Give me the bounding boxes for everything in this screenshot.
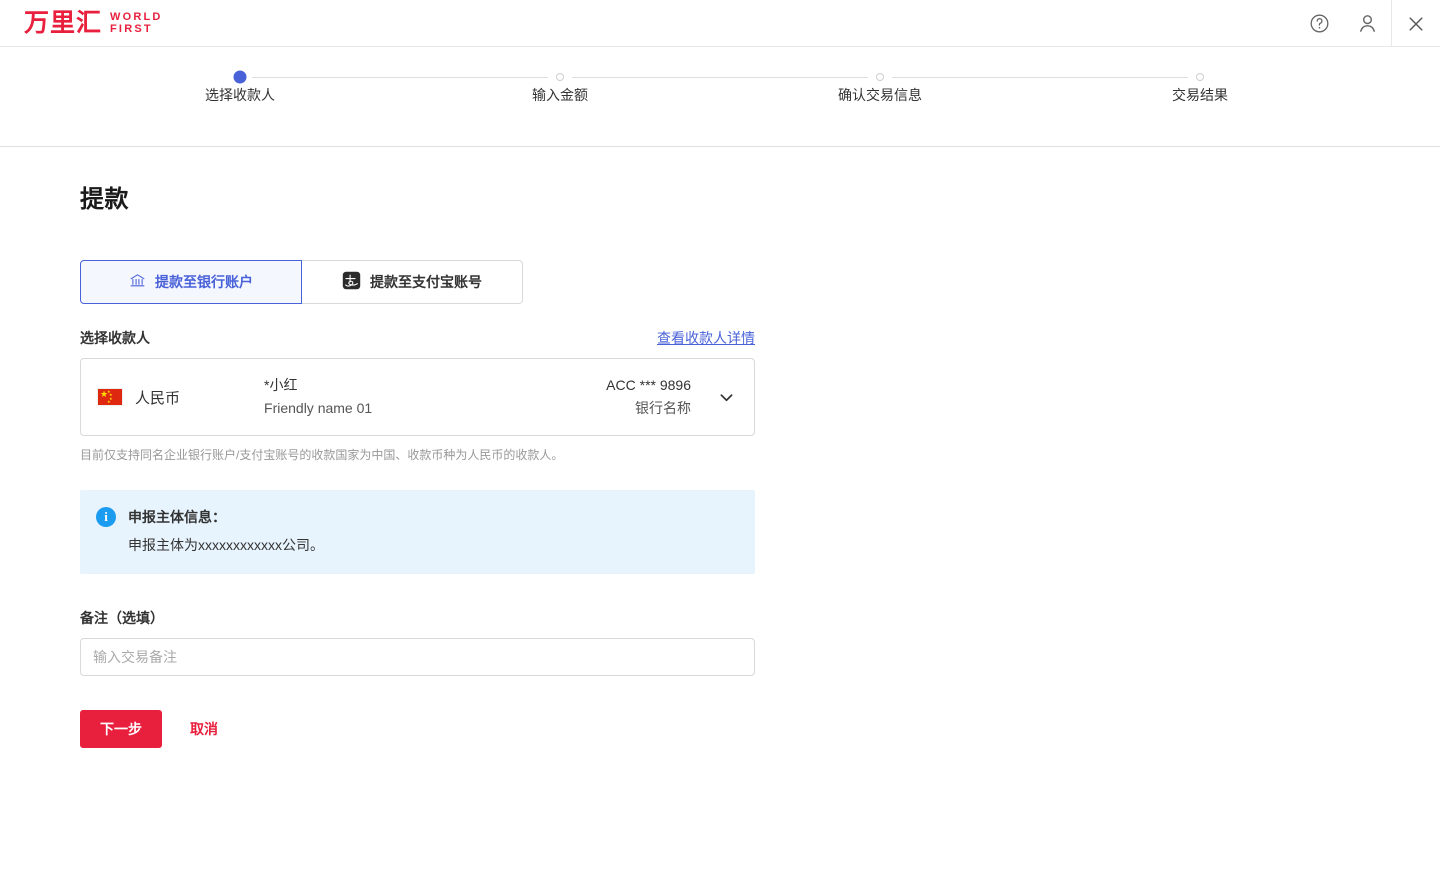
step-dot-inactive [876,73,884,81]
recipient-identity: *小红 Friendly name 01 [264,374,372,420]
page-title: 提款 [80,179,1440,214]
stepper-step-1-label: 选择收款人 [120,85,360,105]
close-icon[interactable] [1391,0,1440,47]
next-step-button[interactable]: 下一步 [80,710,162,748]
step-dot-active [234,71,247,84]
stepper-step-3: 确认交易信息 [760,47,1000,83]
recipient-currency: 人民币 [135,387,180,408]
recipient-name: *小红 [264,374,372,397]
declaration-info-title: 申报主体信息： [128,506,324,528]
top-bar-actions [1295,0,1440,47]
remark-input[interactable] [80,638,755,676]
brand-logo-cn: 万里汇 [24,11,102,36]
stepper-step-2-label: 输入金额 [440,85,680,105]
withdraw-method-tabs: 提款至银行账户 提款至支付宝账号 [80,260,523,304]
recipient-section-label: 选择收款人 [80,328,150,348]
recipient-hint-text: 目前仅支持同名企业银行账户/支付宝账号的收款国家为中国、收款币种为人民币的收款人… [80,446,755,464]
view-recipient-details-link[interactable]: 查看收款人详情 [657,328,755,348]
tab-withdraw-to-bank[interactable]: 提款至银行账户 [80,260,302,304]
recipient-friendly-name: Friendly name 01 [264,397,372,420]
user-icon[interactable] [1343,0,1391,47]
step-dot-inactive [1196,73,1204,81]
stepper-step-1: 选择收款人 [120,47,360,83]
bank-icon [129,272,146,292]
help-circle-icon[interactable] [1295,0,1343,47]
tab-withdraw-to-alipay-label: 提款至支付宝账号 [370,272,482,292]
step-dot-inactive [556,73,564,81]
declaration-info-body: 申报主体为xxxxxxxxxxxx公司。 [128,534,324,556]
recipient-bank-name: 银行名称 [606,397,691,420]
cancel-button[interactable]: 取消 [176,711,232,747]
stepper-step-4-label: 交易结果 [1080,85,1320,105]
brand-logo[interactable]: 万里汇 WORLD FIRST [24,11,163,36]
remark-label: 备注（选填） [80,608,1440,628]
declaration-info-box: i 申报主体信息： 申报主体为xxxxxxxxxxxx公司。 [80,490,755,574]
main-content: 提款 提款至银行账户 提款至支付宝账号 [0,147,1440,748]
recipient-account-number: ACC *** 9896 [606,374,691,397]
recipient-label-row: 选择收款人 查看收款人详情 [80,328,755,348]
stepper-step-4: 交易结果 [1080,47,1320,83]
brand-logo-en-line1: WORLD [110,11,163,23]
declaration-info-text: 申报主体信息： 申报主体为xxxxxxxxxxxx公司。 [128,506,324,556]
recipient-account-info: ACC *** 9896 银行名称 [606,374,691,420]
chevron-down-icon[interactable] [717,388,736,407]
form-actions: 下一步 取消 [80,710,1440,748]
brand-logo-en-line2: FIRST [110,23,163,35]
info-icon: i [96,507,116,527]
stepper-step-2: 输入金额 [440,47,680,83]
tab-withdraw-to-alipay[interactable]: 提款至支付宝账号 [302,260,523,304]
tab-withdraw-to-bank-label: 提款至银行账户 [155,272,253,292]
top-bar: 万里汇 WORLD FIRST [0,0,1440,47]
brand-logo-en: WORLD FIRST [110,11,163,35]
stepper-step-3-label: 确认交易信息 [760,85,1000,105]
china-flag-icon: ★★★★★ [97,388,123,406]
recipient-selector-card[interactable]: ★★★★★ 人民币 *小红 Friendly name 01 ACC *** 9… [80,358,755,436]
progress-stepper: 选择收款人 输入金额 确认交易信息 交易结果 [0,47,1440,147]
alipay-icon [342,271,361,293]
